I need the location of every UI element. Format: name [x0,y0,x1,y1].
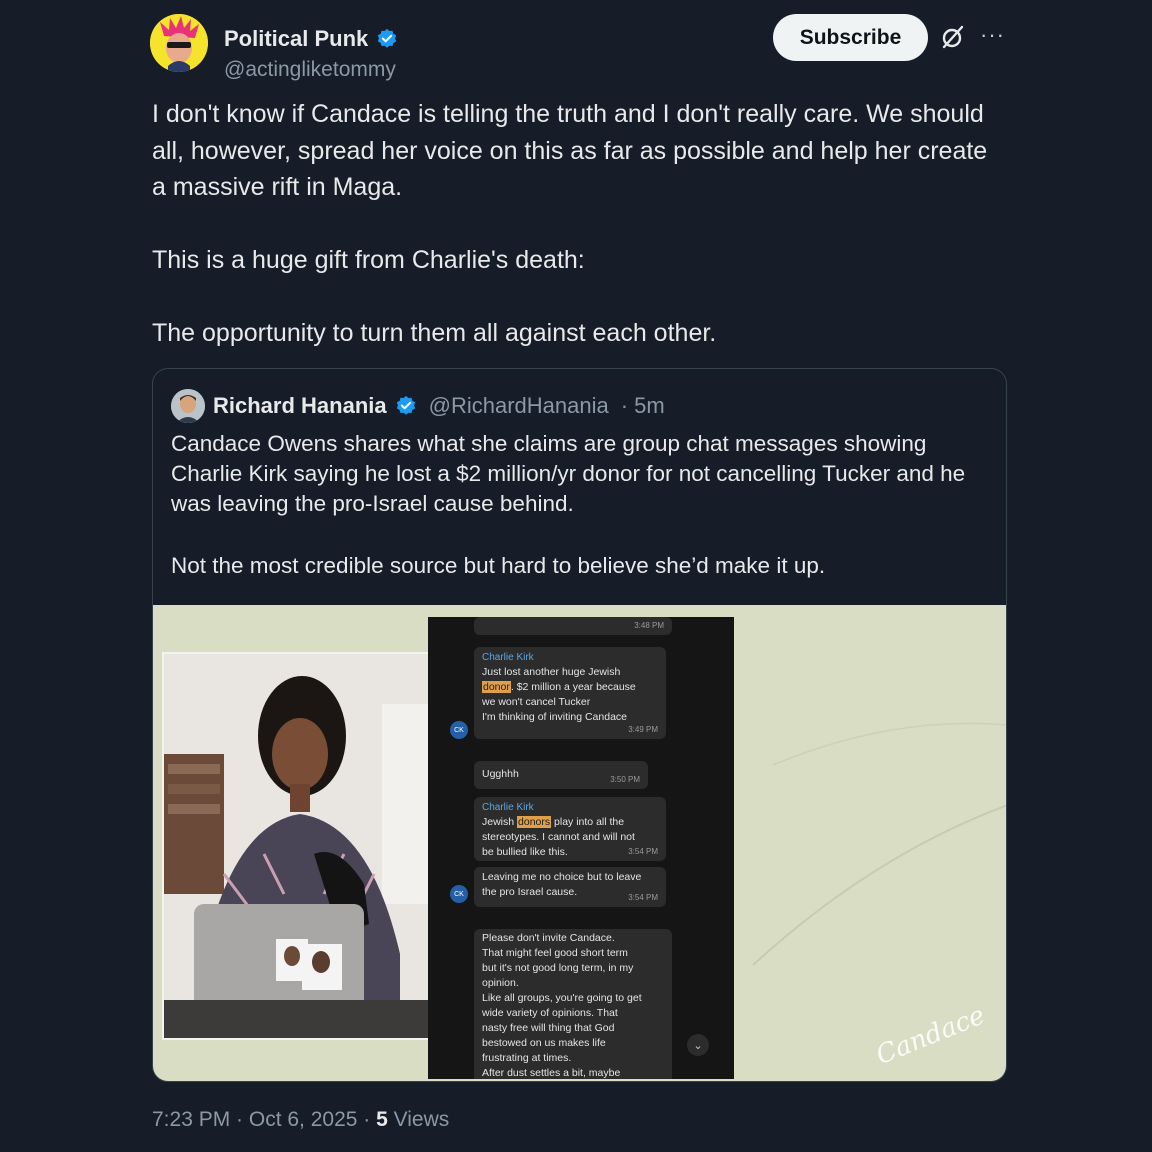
person-avatar-icon [171,389,205,423]
more-options-icon[interactable]: ··· [980,22,1005,48]
chat-line: wide variety of opinions. That [482,1007,618,1019]
signature-text: Candace [872,1000,985,1065]
post-header: Political Punk @actingliketommy Subscrib… [150,12,1010,82]
quoted-post-media[interactable]: 3:48 PM Charlie Kirk Just lost another h… [153,605,1006,1081]
chat-time: 3:48 PM [634,621,664,630]
chat-time: 3:54 PM [628,893,658,902]
chat-sender: Charlie Kirk [482,802,534,813]
video-still-image [162,652,438,1040]
quoted-author-avatar[interactable] [171,389,205,423]
views-label: Views [387,1108,450,1131]
quoted-paragraph: Not the most credible source but hard to… [171,553,826,578]
quoted-paragraph: Candace Owens shares what she claims are… [171,431,966,516]
grok-icon[interactable] [940,24,966,50]
chat-time: 3:54 PM [628,847,658,856]
chat-line: Jewish donors play into all the [482,815,658,830]
author-handle[interactable]: @actingliketommy [224,58,396,82]
subscribe-button[interactable]: Subscribe [773,14,928,61]
post-paragraph: This is a huge gift from Charlie's death… [152,246,585,274]
verified-badge-icon [378,28,397,48]
author-name-line: Political Punk [224,26,398,52]
chat-avatar: CK [450,885,468,903]
verified-badge-icon [396,395,415,415]
chat-time: 3:50 PM [610,775,640,784]
chat-line: we won't cancel Tucker [482,696,591,708]
views-count[interactable]: 5 [376,1108,388,1131]
chat-line: Leaving me no choice but to leave [482,871,642,883]
chevron-down-icon: ⌄ [687,1034,709,1056]
author-name[interactable]: Political Punk [224,26,368,52]
quoted-post-time: · 5m [620,393,665,418]
chat-line-post: play into all the [551,816,625,828]
chat-line: nasty free will thing that God [482,1022,615,1034]
chat-line-pre: Jewish [482,816,518,828]
chat-sender: Charlie Kirk [482,652,534,663]
post-footer: 7:23 PM · Oct 6, 2025 · 5 Views [152,1108,449,1132]
search-highlight: donors [517,816,552,828]
chat-line: That might feel good short term [482,947,628,959]
chat-line: opinion. [482,977,519,989]
candace-signature: Candace [872,1000,985,1065]
chat-line: After dust settles a bit, maybe [482,1067,621,1079]
group-chat-screenshot: 3:48 PM Charlie Kirk Just lost another h… [428,617,734,1079]
chat-line: but it's not good long term, in my [482,962,634,974]
chat-bubble: Charlie Kirk Jewish donors play into all… [474,797,666,861]
post-timestamp[interactable]: 7:23 PM · Oct 6, 2025 · [152,1108,376,1131]
quoted-post-text: Candace Owens shares what she claims are… [171,429,991,581]
chat-line: stereotypes. I cannot and will not [482,831,635,843]
chat-time: 3:49 PM [628,725,658,734]
chat-bubble: Charlie Kirk Just lost another huge Jewi… [474,647,666,739]
search-highlight: donor [482,681,511,693]
chat-line: frustrating at times. [482,1052,572,1064]
post-paragraph: The opportunity to turn them all against… [152,319,717,347]
chat-line: bestowed on us makes life [482,1037,606,1049]
quoted-post[interactable]: Richard Hanania @RichardHanania · 5m Can… [152,368,1007,1082]
quoted-author-name[interactable]: Richard Hanania [213,393,387,419]
chat-line: Please don't invite Candace. [482,932,615,944]
quoted-post-header: Richard Hanania @RichardHanania · 5m [171,389,665,423]
punk-avatar-icon [150,14,208,72]
presenter-photo [164,654,436,1038]
chat-bubble: Please don't invite Candace. That might … [474,929,672,1079]
chat-line: Just lost another huge Jewish [482,666,621,678]
chat-line: donor. $2 million a year because [482,680,658,695]
author-avatar[interactable] [150,14,208,72]
chat-bubble: Ugghhh 3:50 PM [474,761,648,789]
chat-bubble: 3:48 PM [474,617,672,635]
chat-bubble: Leaving me no choice but to leave the pr… [474,867,666,907]
post-text: I don't know if Candace is telling the t… [152,96,1002,352]
chat-line: Like all groups, you're going to get [482,992,642,1004]
chat-line-rest: . $2 million a year because [510,681,636,693]
post-paragraph: I don't know if Candace is telling the t… [152,100,988,201]
quoted-author-handle[interactable]: @RichardHanania [429,393,609,419]
chat-avatar: CK [450,721,468,739]
